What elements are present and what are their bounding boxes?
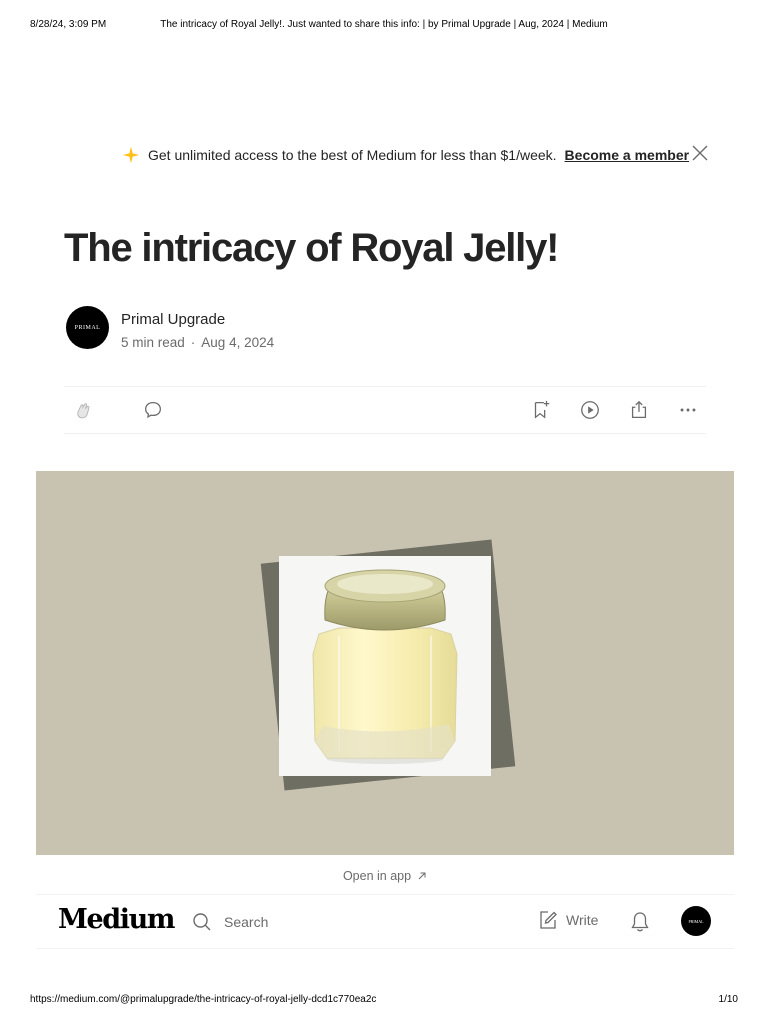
- become-member-link[interactable]: Become a member: [565, 147, 690, 163]
- article-action-bar: [64, 386, 706, 434]
- article-meta: 5 min read · Aug 4, 2024: [121, 335, 274, 350]
- notifications-bell-icon[interactable]: [630, 911, 650, 933]
- bookmark-add-icon[interactable]: [530, 399, 552, 421]
- membership-banner: Get unlimited access to the best of Medi…: [122, 144, 689, 166]
- royal-jelly-jar-photo: [279, 556, 491, 776]
- print-page-title: The intricacy of Royal Jelly!. Just want…: [160, 19, 608, 30]
- play-icon[interactable]: [579, 399, 601, 421]
- external-arrow-icon: [418, 872, 426, 880]
- write-label: Write: [566, 912, 599, 928]
- medium-logo[interactable]: Medium: [58, 904, 175, 935]
- more-icon[interactable]: [677, 399, 699, 421]
- top-navigation: Medium Search Write PRIMAL: [36, 896, 734, 949]
- write-button[interactable]: Write: [538, 910, 598, 930]
- print-url: https://medium.com/@primalupgrade/the-in…: [30, 994, 377, 1005]
- nav-avatar-text: PRIMAL: [688, 918, 704, 924]
- close-icon[interactable]: [690, 143, 710, 163]
- avatar-logo-text: PRIMAL: [74, 324, 101, 331]
- open-in-app-button[interactable]: Open in app: [36, 858, 734, 895]
- meta-separator: ·: [190, 335, 196, 350]
- print-page-number: 1/10: [718, 994, 738, 1005]
- search-input[interactable]: Search: [224, 914, 268, 930]
- sparkle-icon: [122, 146, 140, 164]
- comment-icon[interactable]: [142, 399, 164, 421]
- author-name[interactable]: Primal Upgrade: [121, 311, 225, 328]
- open-in-app-label: Open in app: [342, 869, 412, 883]
- article-title: The intricacy of Royal Jelly!: [64, 226, 559, 270]
- clap-icon[interactable]: [72, 399, 94, 421]
- read-time: 5 min read: [121, 335, 185, 350]
- share-icon[interactable]: [628, 399, 650, 421]
- banner-text: Get unlimited access to the best of Medi…: [148, 147, 557, 163]
- hero-image: [36, 471, 734, 855]
- search-icon[interactable]: [192, 912, 212, 932]
- jar-illustration: [312, 569, 458, 764]
- write-icon: [540, 911, 557, 929]
- publish-date: Aug 4, 2024: [201, 335, 275, 350]
- user-avatar[interactable]: PRIMAL: [681, 906, 711, 936]
- author-avatar[interactable]: PRIMAL: [66, 306, 109, 349]
